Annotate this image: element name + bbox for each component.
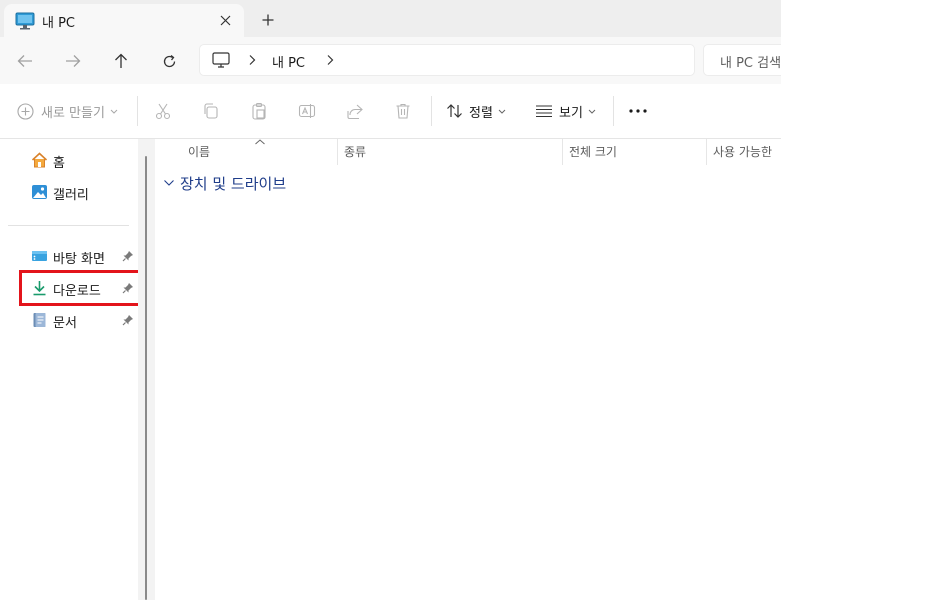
sort-label: 정렬 <box>469 105 493 121</box>
view-label: 보기 <box>559 105 583 121</box>
more-dots-icon <box>629 109 647 113</box>
plus-circle-icon <box>17 102 34 120</box>
tab-this-pc[interactable]: 내 PC <box>4 4 244 37</box>
address-bar-row: 내 PC 내 PC 검색 <box>0 37 781 84</box>
sidebar-item-documents[interactable]: 문서 <box>18 306 140 334</box>
home-icon <box>31 152 48 168</box>
sidebar-divider <box>8 225 129 226</box>
desktop-folder-icon <box>32 251 47 261</box>
list-view-icon <box>536 105 552 118</box>
forward-button[interactable] <box>61 49 85 73</box>
monitor-icon <box>15 12 35 30</box>
column-header-type[interactable]: 종류 <box>344 143 366 165</box>
column-header-total-size[interactable]: 전체 크기 <box>569 143 617 165</box>
chevron-down-icon <box>498 109 506 114</box>
chevron-down-icon <box>110 109 118 114</box>
breadcrumb-this-pc[interactable]: 내 PC <box>272 52 305 71</box>
breadcrumb-chevron-icon[interactable] <box>325 54 335 66</box>
navigation-pane: 홈 갤러리 바탕 화면 다운로드 문서 <box>0 139 145 600</box>
search-placeholder: 내 PC 검색 <box>720 56 781 71</box>
chevron-down-icon <box>164 180 174 186</box>
sidebar-item-desktop[interactable]: 바탕 화면 <box>18 242 140 270</box>
rename-button[interactable] <box>296 100 318 122</box>
forward-arrow-icon <box>66 55 81 67</box>
up-arrow-icon <box>115 53 127 68</box>
gallery-icon <box>32 185 47 199</box>
sidebar-scrollbar-thumb[interactable] <box>145 156 147 600</box>
group-header-devices-drives[interactable]: 장치 및 드라이브 <box>163 172 286 194</box>
delete-button[interactable] <box>392 100 414 122</box>
breadcrumb-chevron-icon[interactable] <box>247 54 257 66</box>
rename-icon <box>298 104 316 118</box>
close-tab-icon[interactable] <box>215 10 235 30</box>
view-button[interactable]: 보기 <box>535 101 596 121</box>
content-pane: 이름 종류 전체 크기 사용 가능한 장치 및 드라이브 <box>155 139 781 600</box>
sidebar-item-home[interactable]: 홈 <box>18 146 140 174</box>
new-button[interactable]: 새로 만들기 <box>17 101 118 121</box>
share-button[interactable] <box>344 100 366 122</box>
sort-ascending-icon <box>255 139 265 145</box>
toolbar-divider <box>431 96 432 126</box>
pin-icon[interactable] <box>122 250 134 262</box>
tab-title: 내 PC <box>42 16 76 31</box>
toolbar-divider <box>137 96 138 126</box>
new-button-label: 새로 만들기 <box>41 105 105 121</box>
search-box[interactable]: 내 PC 검색 <box>703 44 781 76</box>
tab-bar: 내 PC <box>0 0 781 37</box>
address-box[interactable]: 내 PC <box>199 44 695 76</box>
sidebar-item-gallery[interactable]: 갤러리 <box>18 178 140 206</box>
refresh-button[interactable] <box>157 49 181 73</box>
file-explorer-window: 내 PC 내 PC 내 PC 검색 새로 만들기 정렬 보기 홈 갤러리 바탕 … <box>0 0 781 600</box>
column-header-free-space[interactable]: 사용 가능한 <box>713 143 772 165</box>
toolbar-divider <box>613 96 614 126</box>
paste-button[interactable] <box>248 100 270 122</box>
sidebar-item-label: 문서 <box>53 316 77 331</box>
trash-icon <box>396 103 410 119</box>
column-divider[interactable] <box>706 139 707 165</box>
refresh-icon <box>163 54 175 67</box>
documents-icon <box>33 313 46 327</box>
copy-button[interactable] <box>200 100 222 122</box>
scissors-icon <box>155 103 171 120</box>
sidebar-item-label: 홈 <box>53 156 65 171</box>
plus-icon <box>262 14 274 26</box>
pin-icon[interactable] <box>122 314 134 326</box>
sidebar-item-label: 갤러리 <box>53 188 89 203</box>
downloads-highlight-box <box>19 270 142 306</box>
chevron-down-icon <box>588 109 596 114</box>
sort-arrows-icon <box>447 104 462 118</box>
new-tab-button[interactable] <box>258 10 278 30</box>
up-button[interactable] <box>109 49 133 73</box>
share-icon <box>347 104 363 120</box>
sort-button[interactable]: 정렬 <box>446 101 506 121</box>
sidebar-item-label: 바탕 화면 <box>53 252 105 267</box>
column-divider[interactable] <box>337 139 338 165</box>
column-header-name[interactable]: 이름 <box>188 143 210 165</box>
group-header-label: 장치 및 드라이브 <box>180 174 287 193</box>
pc-icon <box>212 52 230 68</box>
column-divider[interactable] <box>562 139 563 165</box>
command-bar: 새로 만들기 정렬 보기 <box>0 84 781 139</box>
copy-icon <box>204 103 218 119</box>
more-options-button[interactable] <box>627 101 649 121</box>
cut-button[interactable] <box>152 100 174 122</box>
back-button[interactable] <box>13 49 37 73</box>
clipboard-icon <box>252 102 266 120</box>
back-arrow-icon <box>17 55 32 67</box>
